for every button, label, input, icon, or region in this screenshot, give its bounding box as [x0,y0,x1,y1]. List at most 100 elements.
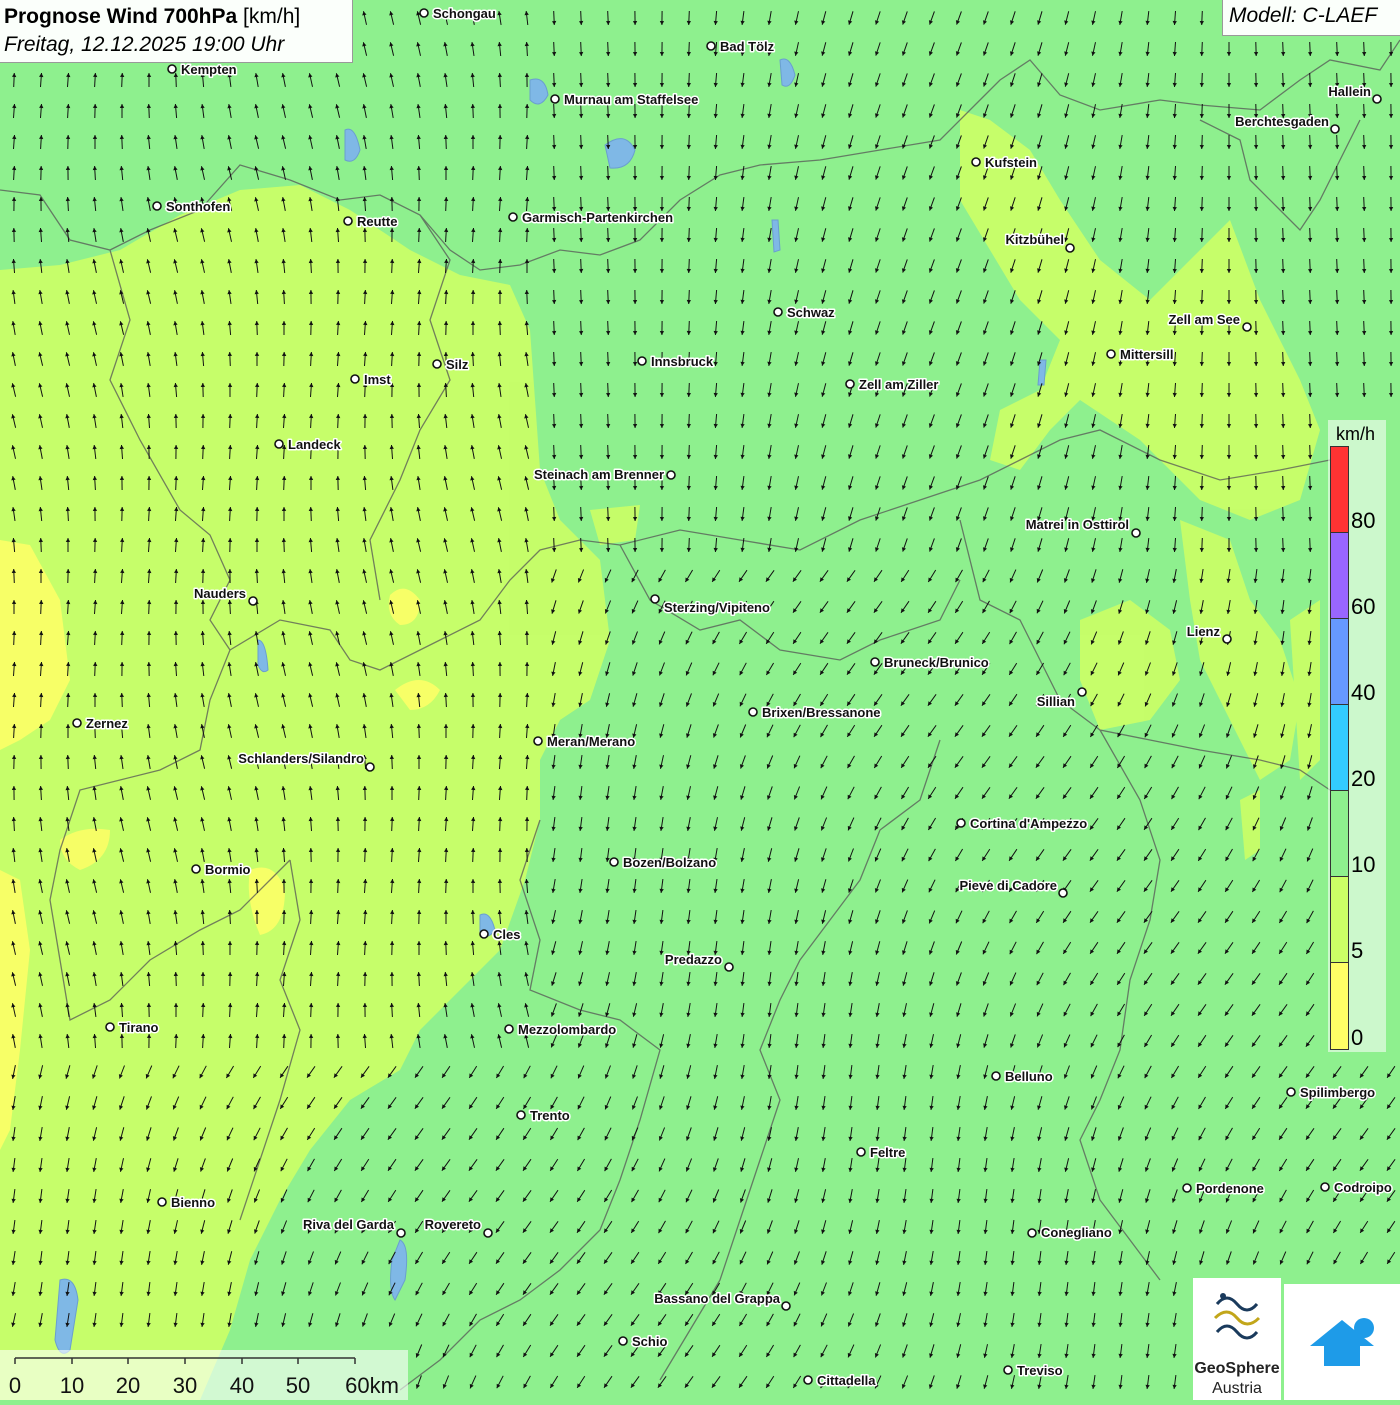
scale-tick-label: 10 [60,1373,84,1398]
city-marker: Bruneck/Brunico [871,655,989,670]
svg-text:Nauders: Nauders [194,586,246,601]
svg-text:Berchtesgaden: Berchtesgaden [1235,114,1329,129]
svg-text:Predazzo: Predazzo [665,952,722,967]
scale-tick-label: 30 [173,1373,197,1398]
geosphere-name: GeoSphere [1193,1360,1281,1378]
legend-label: 20 [1351,766,1375,792]
svg-text:Tirano: Tirano [119,1020,159,1035]
svg-text:Kempten: Kempten [181,62,237,77]
legend-swatch [1330,876,1349,963]
city-marker: Conegliano [1028,1225,1112,1240]
svg-text:Treviso: Treviso [1017,1363,1063,1378]
svg-text:Mezzolombardo: Mezzolombardo [518,1022,616,1037]
scale-bar-graphic: 0 10 20 30 40 50 60km [0,1350,408,1400]
app-logo [1284,1284,1400,1400]
geosphere-emblem-icon [1193,1278,1281,1358]
svg-text:Lienz: Lienz [1187,624,1221,639]
svg-text:Schongau: Schongau [433,6,496,21]
city-marker: Meran/Merano [534,734,635,749]
svg-text:Sterzing/Vipiteno: Sterzing/Vipiteno [664,600,770,615]
svg-text:Codroipo: Codroipo [1334,1180,1392,1195]
legend-label: 0 [1351,1025,1363,1051]
svg-text:Pordenone: Pordenone [1196,1181,1264,1196]
svg-text:Rovereto: Rovereto [425,1217,481,1232]
legend-unit: km/h [1336,424,1375,445]
svg-text:Garmisch-Partenkirchen: Garmisch-Partenkirchen [522,210,673,225]
legend-label: 60 [1351,594,1375,620]
legend-swatch [1330,704,1349,791]
legend-label: 5 [1351,938,1363,964]
city-marker: Spilimbergo [1287,1085,1375,1100]
legend-label: 40 [1351,680,1375,706]
svg-text:Mittersill: Mittersill [1120,347,1173,362]
scale-tick-label: 40 [230,1373,254,1398]
svg-text:Schio: Schio [632,1334,667,1349]
forecast-datetime: Freitag, 12.12.2025 19:00 Uhr [4,31,348,59]
city-marker: Steinach am Brenner [534,467,675,482]
svg-text:Innsbruck: Innsbruck [651,354,714,369]
svg-text:Spilimbergo: Spilimbergo [1300,1085,1375,1100]
map-title-box: Prognose Wind 700hPa [km/h] Freitag, 12.… [0,0,353,63]
legend-label: 10 [1351,852,1375,878]
city-marker: Mezzolombardo [505,1022,616,1037]
map-title-unit: [km/h] [243,5,300,28]
svg-text:Imst: Imst [364,372,391,387]
legend-swatch [1330,532,1349,619]
city-marker: Cortina d'Ampezzo [957,816,1087,831]
svg-text:Cles: Cles [493,927,520,942]
scale-tick-label: 20 [116,1373,140,1398]
svg-text:Matrei in Osttirol: Matrei in Osttirol [1026,517,1129,532]
city-marker: Brixen/Bressanone [749,705,881,720]
map-title-main: Prognose Wind 700hPa [4,5,237,28]
svg-text:Kufstein: Kufstein [985,155,1037,170]
legend-swatch [1330,790,1349,877]
scale-tick-label: 0 [9,1373,21,1398]
svg-text:Cittadella: Cittadella [817,1373,876,1388]
svg-text:Bienno: Bienno [171,1195,215,1210]
svg-text:Feltre: Feltre [870,1145,905,1160]
geosphere-logo: GeoSphere Austria [1193,1278,1281,1400]
svg-text:Schwaz: Schwaz [787,305,835,320]
svg-text:Murnau am Staffelsee: Murnau am Staffelsee [564,92,698,107]
svg-text:Schlanders/Silandro: Schlanders/Silandro [238,751,364,766]
svg-text:Pieve di Cadore: Pieve di Cadore [959,878,1057,893]
scale-tick-label: 60km [345,1373,399,1398]
svg-text:Steinach am Brenner: Steinach am Brenner [534,467,664,482]
svg-text:Bad Tölz: Bad Tölz [720,39,775,54]
svg-text:Reutte: Reutte [357,214,397,229]
svg-text:Riva del Garda: Riva del Garda [303,1217,395,1232]
scale-bar: 0 10 20 30 40 50 60km [0,1350,408,1400]
legend-swatch [1330,618,1349,705]
svg-text:Cortina d'Ampezzo: Cortina d'Ampezzo [970,816,1087,831]
svg-text:Kitzbühel: Kitzbühel [1006,232,1065,247]
wind-map: Schongau Bad Tölz Kempten Murnau am Staf… [0,0,1400,1400]
app-logo-icon [1284,1284,1400,1400]
city-marker: Garmisch-Partenkirchen [509,210,673,225]
legend-swatch [1330,962,1349,1050]
svg-text:Meran/Merano: Meran/Merano [547,734,635,749]
city-marker: Pordenone [1183,1181,1264,1196]
svg-text:Hallein: Hallein [1328,84,1371,99]
svg-text:Sonthofen: Sonthofen [166,199,230,214]
svg-text:Silz: Silz [446,357,469,372]
svg-text:Conegliano: Conegliano [1041,1225,1112,1240]
city-marker: Murnau am Staffelsee [551,92,698,107]
svg-text:Trento: Trento [530,1108,570,1123]
svg-text:Bassano del Grappa: Bassano del Grappa [654,1291,780,1306]
legend-label: 80 [1351,508,1375,534]
svg-text:Bormio: Bormio [205,862,251,877]
svg-text:Brixen/Bressanone: Brixen/Bressanone [762,705,881,720]
svg-text:Bozen/Bolzano: Bozen/Bolzano [623,855,716,870]
svg-text:Zell am Ziller: Zell am Ziller [859,377,938,392]
geosphere-country: Austria [1193,1380,1281,1398]
legend-swatch [1330,446,1349,533]
color-legend: km/h 80 60 40 20 10 5 0 [1328,420,1386,1052]
svg-text:Sillian: Sillian [1037,694,1075,709]
scale-tick-label: 50 [286,1373,310,1398]
svg-text:Zernez: Zernez [86,716,128,731]
map-title: Prognose Wind 700hPa [km/h] [4,3,348,31]
model-label: Modell: C-LAEF [1222,0,1400,36]
city-marker: Bozen/Bolzano [610,855,716,870]
svg-text:Landeck: Landeck [288,437,342,452]
svg-text:Bruneck/Brunico: Bruneck/Brunico [884,655,989,670]
